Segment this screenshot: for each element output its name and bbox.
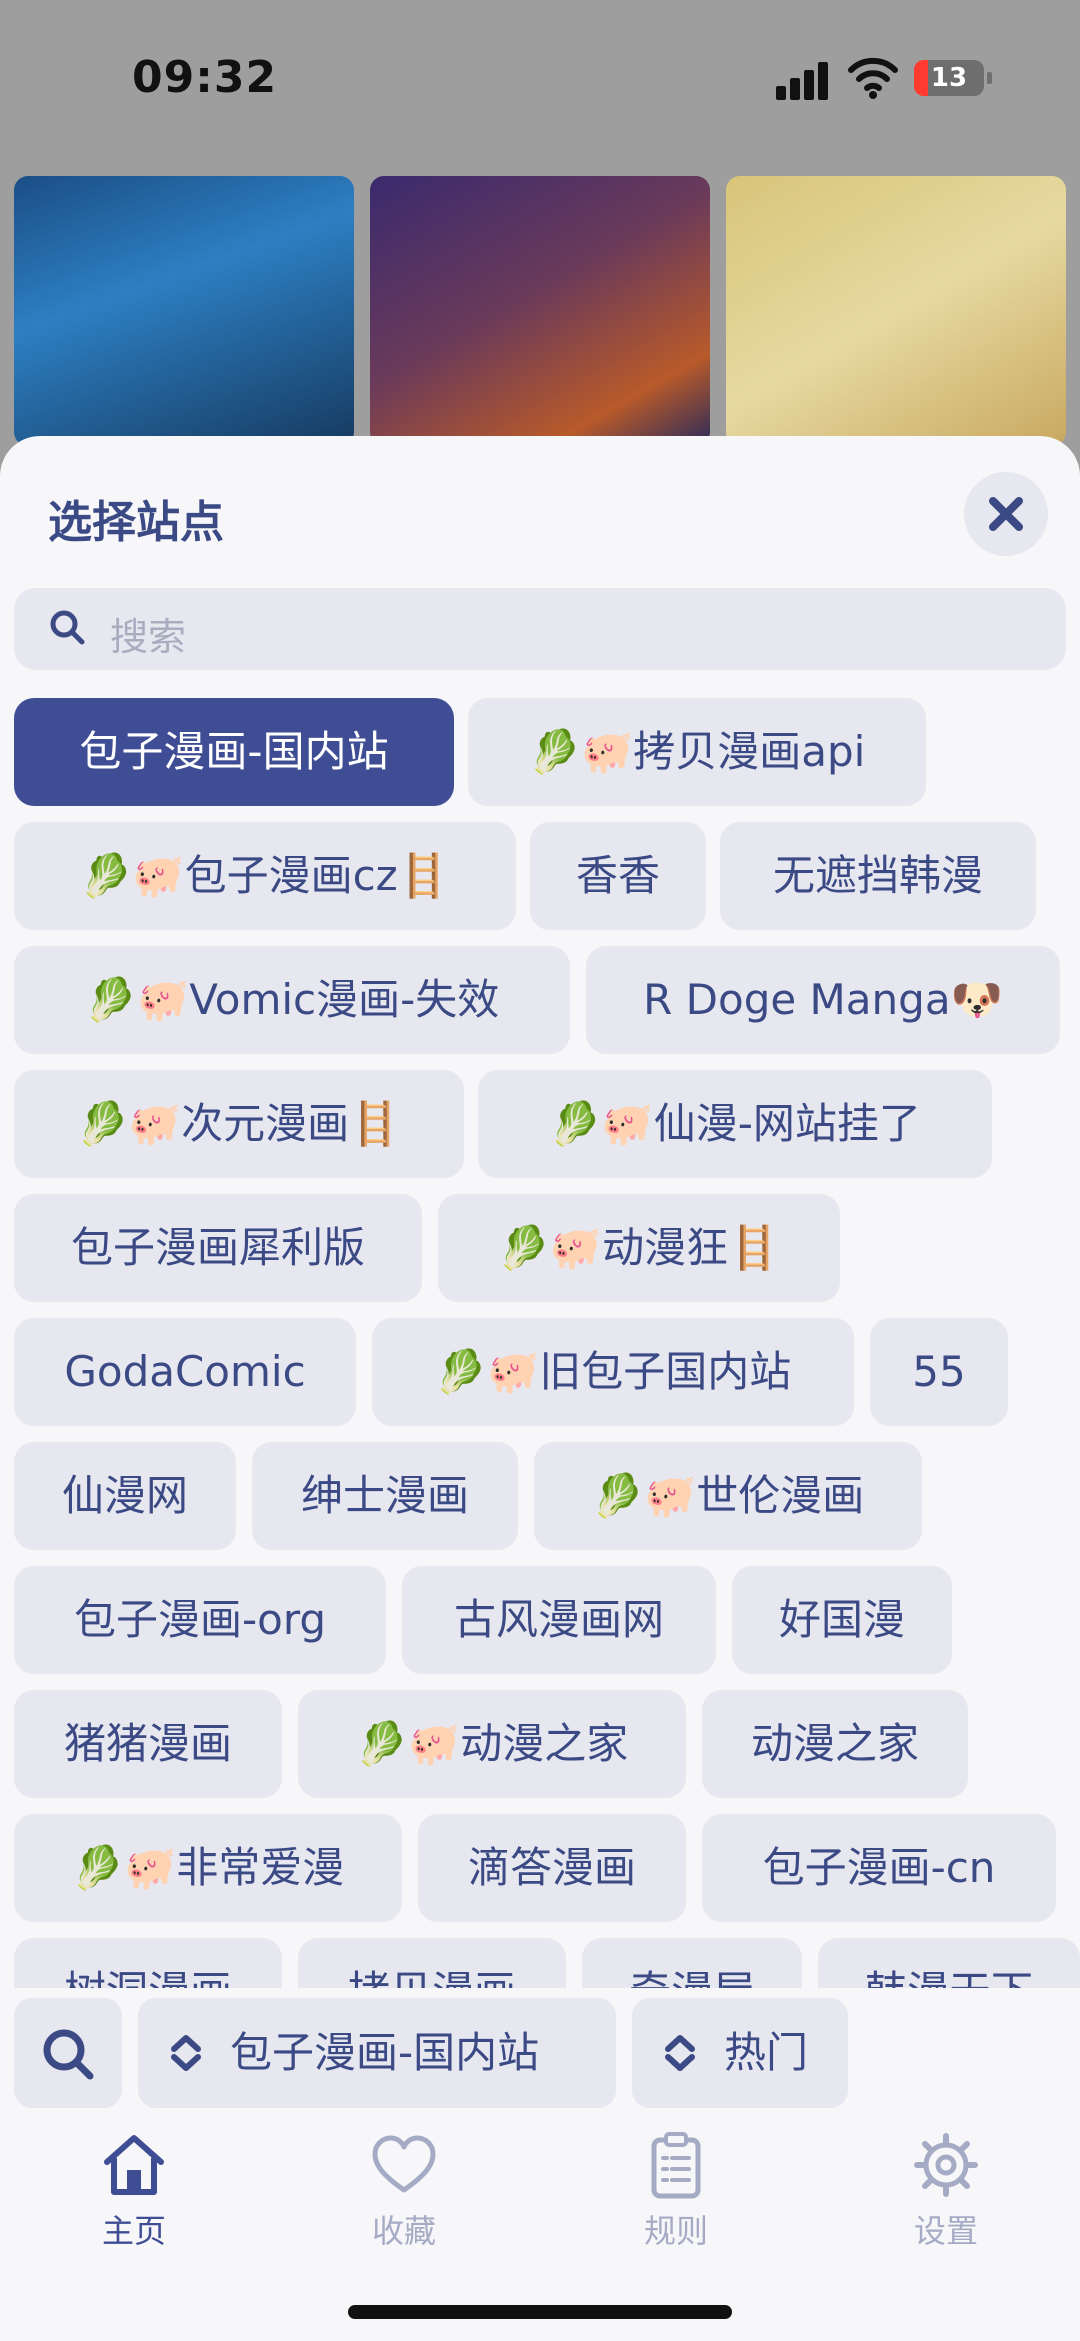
site-chip[interactable]: 古风漫画网 [402,1566,716,1674]
tab-bar: 主页 收藏 规则 设置 [0,2120,1080,2341]
site-chip[interactable]: 好国漫 [732,1566,952,1674]
search-input[interactable]: 搜索 [14,588,1066,670]
site-list: 包子漫画-国内站 🥬🐖拷贝漫画api 🥬🐖包子漫画cz🪜 香香 无遮挡韩漫 🥬🐖… [0,698,1080,1988]
chevron-updown-icon [665,2035,695,2071]
site-chip[interactable]: 拷贝漫画 [298,1938,566,1988]
sort-label: 热门 [724,2028,809,2077]
site-chip[interactable]: GodaComic [14,1318,356,1426]
status-bar: 09:32 13 [0,0,1080,150]
chevron-updown-icon [171,2035,201,2071]
comic-cover[interactable] [726,176,1066,446]
battery-icon: 13 [914,60,992,96]
site-chip[interactable]: 🥬🐖包子漫画cz🪜 [14,822,516,930]
site-chip[interactable]: 🥬🐖旧包子国内站 [372,1318,854,1426]
site-chip[interactable]: 🥬🐖次元漫画🪜 [14,1070,464,1178]
sort-select-button[interactable]: 热门 [632,1998,848,2108]
search-placeholder: 搜索 [110,615,187,659]
site-chip[interactable]: 包子漫画-cn [702,1814,1056,1922]
search-icon [43,2029,94,2080]
site-chip[interactable]: 绅士漫画 [252,1442,518,1550]
clipboard-icon [651,2132,701,2199]
bottom-toolbar: 包子漫画-国内站 热门 [0,1998,1080,2108]
tab-settings[interactable]: 设置 [876,2130,1016,2280]
site-chip[interactable]: 🥬🐖动漫之家 [298,1690,686,1798]
site-chip[interactable]: 树洞漫画 [14,1938,282,1988]
site-chip[interactable]: 🥬🐖世伦漫画 [534,1442,922,1550]
tab-label: 设置 [913,2212,978,2250]
site-chip[interactable]: 🥬🐖非常爱漫 [14,1814,402,1922]
site-chip[interactable]: 无遮挡韩漫 [720,822,1036,930]
battery-level: 13 [930,63,968,93]
comic-cover[interactable] [370,176,710,446]
gear-icon [914,2133,978,2197]
heart-icon [372,2135,436,2193]
site-chip[interactable]: 奇漫屋 [582,1938,802,1988]
site-chip[interactable]: 猪猪漫画 [14,1690,282,1798]
wifi-icon [848,57,898,99]
site-chip[interactable]: 🥬🐖Vomic漫画-失效 [14,946,570,1054]
site-chip[interactable]: 55 [870,1318,1008,1426]
site-select-button[interactable]: 包子漫画-国内站 [138,1998,616,2108]
cellular-signal-icon [776,60,832,100]
tab-label: 收藏 [371,2212,436,2250]
close-button[interactable] [964,472,1048,556]
sheet-title: 选择站点 [48,497,224,548]
site-chip[interactable]: 韩漫天下 [818,1938,1080,1988]
home-icon [104,2135,164,2195]
site-chip[interactable]: 🥬🐖动漫狂🪜 [438,1194,840,1302]
tab-label: 规则 [643,2212,708,2250]
tab-label: 主页 [101,2212,166,2250]
site-chip[interactable]: 滴答漫画 [418,1814,686,1922]
close-icon [989,497,1023,531]
home-indicator [348,2305,732,2319]
site-chip-selected[interactable]: 包子漫画-国内站 [14,698,454,806]
tab-favorites[interactable]: 收藏 [334,2130,474,2280]
status-time: 09:32 [132,52,278,103]
tab-home[interactable]: 主页 [64,2130,204,2280]
site-chip[interactable]: 仙漫网 [14,1442,236,1550]
site-chip[interactable]: R Doge Manga🐶 [586,946,1060,1054]
site-chip[interactable]: 香香 [530,822,706,930]
site-chip[interactable]: 包子漫画犀利版 [14,1194,422,1302]
search-icon [50,610,85,645]
site-chip[interactable]: 🥬🐖仙漫-网站挂了 [478,1070,992,1178]
site-chip[interactable]: 🥬🐖拷贝漫画api [468,698,926,806]
search-button[interactable] [14,1998,122,2108]
tab-rules[interactable]: 规则 [606,2130,746,2280]
site-chip[interactable]: 动漫之家 [702,1690,968,1798]
current-site-label: 包子漫画-国内站 [230,2028,540,2077]
comic-cover[interactable] [14,176,354,446]
site-chip[interactable]: 包子漫画-org [14,1566,386,1674]
